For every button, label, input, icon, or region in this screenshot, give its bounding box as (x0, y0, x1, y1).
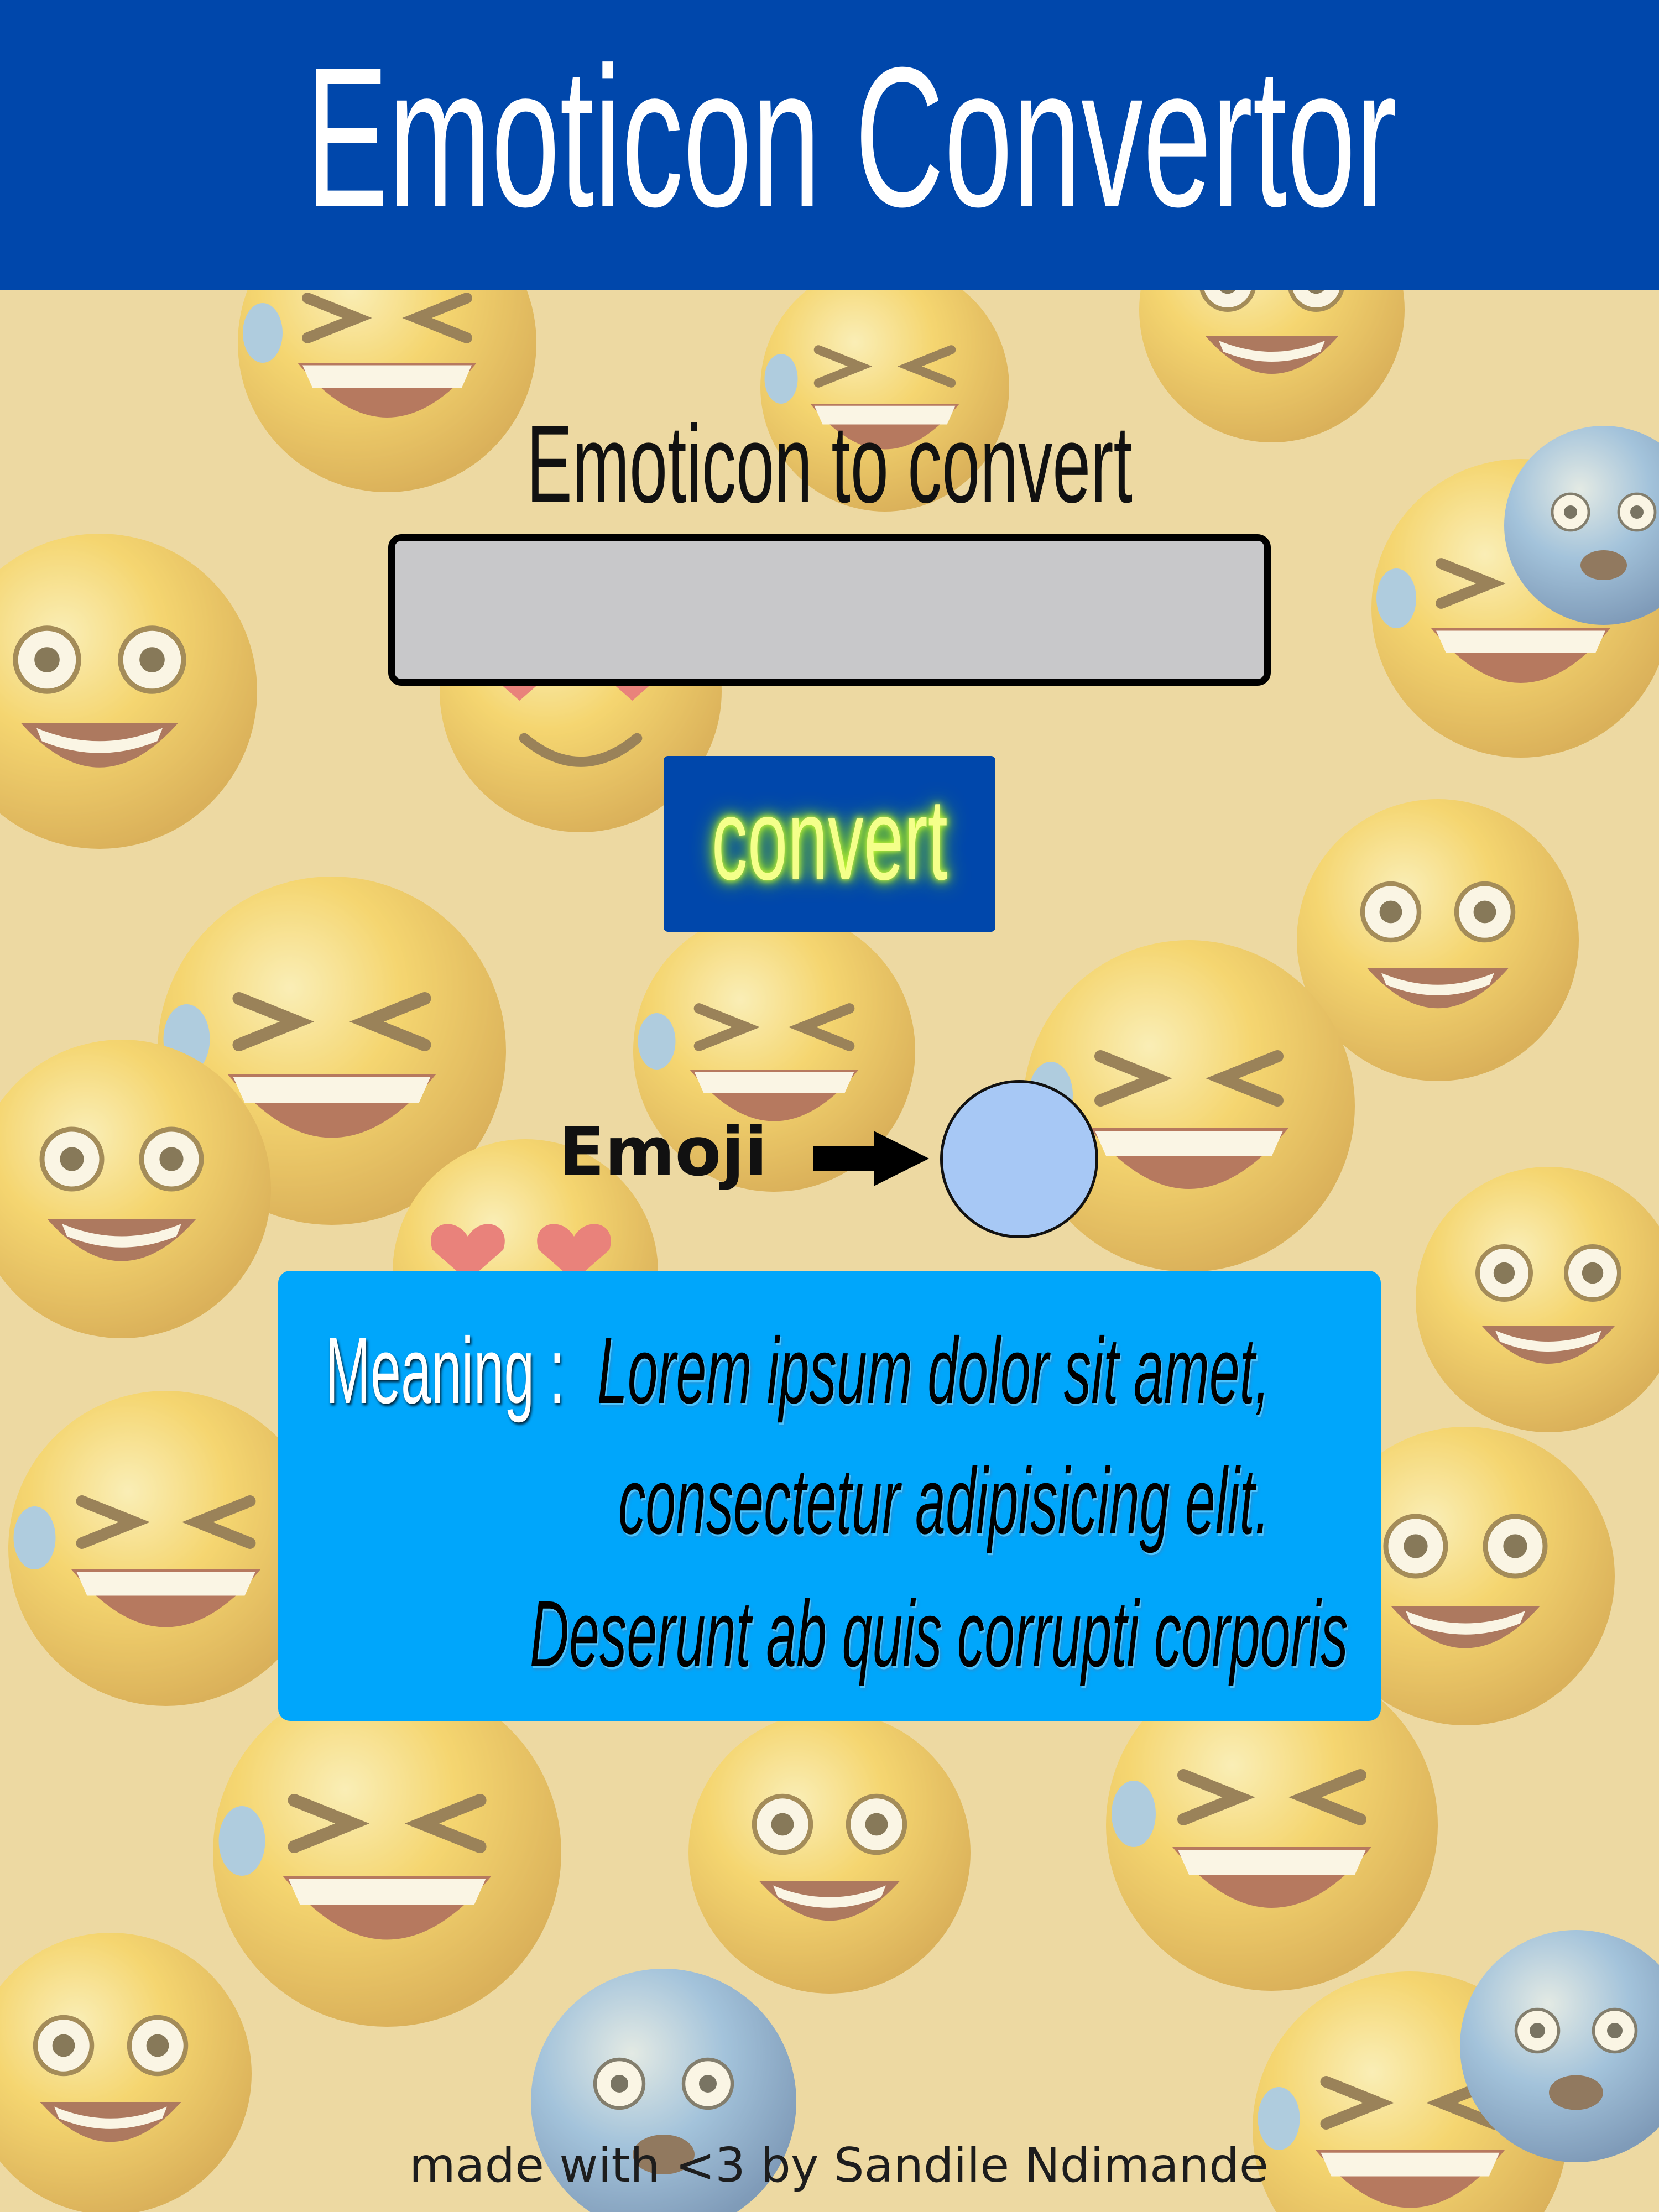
meaning-text-line: consectetur adipisicing elit. (618, 1449, 1270, 1554)
convert-button[interactable]: convert (664, 756, 995, 932)
meaning-text-line: Lorem ipsum dolor sit amet, (597, 1318, 1270, 1423)
footer-credit: made with <3 by Sandile Ndimande (409, 2138, 1269, 2193)
meaning-label: Meaning : (325, 1318, 565, 1423)
page-title: Emoticon Convertor (306, 25, 1397, 248)
emoticon-input-label: Emoticon to convert (526, 403, 1133, 526)
emoji-label: Emoji (559, 1113, 768, 1191)
emoji-output (940, 1080, 1098, 1238)
convert-button-label: convert (711, 774, 948, 904)
right-arrow-icon (813, 1131, 929, 1186)
page-header: Emoticon Convertor (0, 0, 1659, 290)
emoticon-input[interactable] (388, 534, 1271, 686)
meaning-text-line: Deserunt ab quis corrupti corporis (530, 1582, 1348, 1687)
background-wash-overlay (0, 0, 1659, 2212)
